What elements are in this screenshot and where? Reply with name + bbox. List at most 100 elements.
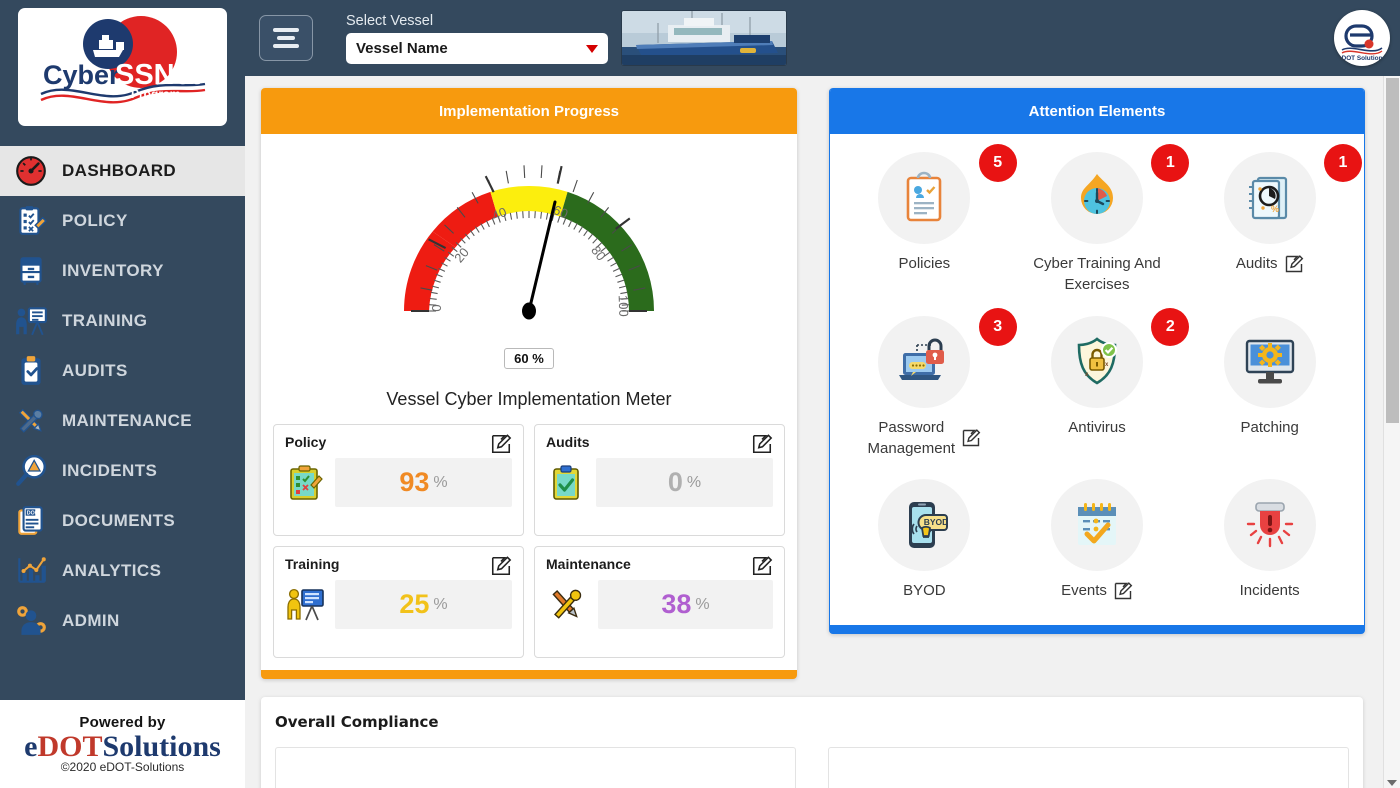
- overall-compliance-charts-row: [275, 747, 1349, 788]
- brand-solutions: Solutions: [102, 729, 221, 763]
- bar-chart-icon: [18, 557, 46, 583]
- sidebar-item-label: MAINTENANCE: [62, 411, 193, 430]
- sidebar-item-training[interactable]: TRAINING: [0, 296, 245, 346]
- edit-pencil-icon[interactable]: [751, 555, 773, 577]
- sidebar-item-label: INCIDENTS: [62, 461, 158, 480]
- attention-icon-wrap: [1050, 152, 1143, 244]
- metric-title: Policy: [285, 434, 327, 450]
- audit-clipboard-icon: [553, 464, 579, 500]
- edit-pencil-icon[interactable]: [961, 428, 981, 448]
- sidebar-item-label: AUDITS: [62, 361, 128, 380]
- hamburger-line: [273, 28, 299, 32]
- clipboard-check-icon: [19, 206, 47, 235]
- scroll-down-arrow-icon[interactable]: [1387, 780, 1397, 786]
- attention-item-antivirus[interactable]: xx 2 Antivirus: [1011, 307, 1190, 470]
- edit-pencil-icon[interactable]: [490, 433, 512, 455]
- attention-label: Password Management: [867, 418, 956, 457]
- topbar: Select Vessel Vessel Name eDOT Solutions: [245, 0, 1400, 76]
- gauge-chart: 0 20 40 60 80 100: [404, 165, 655, 320]
- sidebar-item-dashboard[interactable]: DASHBOARD: [0, 146, 245, 196]
- svg-text:Cyber: Cyber: [43, 60, 120, 90]
- metric-card-training[interactable]: Training 25 %: [273, 546, 524, 658]
- sidebar-item-documents[interactable]: DOC DOCUMENTS: [0, 496, 245, 546]
- vessel-select[interactable]: Vessel Name: [346, 32, 608, 64]
- attention-item-events[interactable]: Events: [1011, 475, 1184, 611]
- vessel-photo-graphic: [622, 11, 786, 65]
- app-logo: Cyber SSNet Program: [18, 8, 227, 126]
- vertical-scrollbar[interactable]: [1383, 76, 1400, 788]
- attention-icon-wrap: [1223, 479, 1316, 572]
- documents-icon: DOC: [18, 506, 43, 535]
- sidebar-item-policy[interactable]: POLICY: [0, 196, 245, 246]
- hamburger-icon[interactable]: [259, 15, 313, 61]
- edit-pencil-icon[interactable]: [1113, 581, 1133, 601]
- metric-unit: %: [695, 595, 710, 613]
- attention-items-grid: 5 Policies 1 Cyber Training And Exercise…: [830, 134, 1364, 625]
- attention-label: Audits: [1235, 255, 1278, 272]
- metric-value: 25: [399, 589, 430, 619]
- attention-label: Antivirus: [1068, 418, 1126, 436]
- attention-label: Policies: [898, 255, 951, 272]
- attention-item-policies[interactable]: 5 Policies: [838, 144, 1017, 306]
- magnifier-alert-icon: [16, 454, 47, 486]
- brand-e: e: [24, 729, 38, 763]
- metric-value: 93: [399, 467, 430, 497]
- svg-text:BYOD: BYOD: [924, 517, 949, 527]
- svg-text:%: %: [1271, 204, 1279, 214]
- metric-card-audits[interactable]: Audits 0 %: [534, 424, 785, 536]
- edit-pencil-icon[interactable]: [1284, 254, 1304, 274]
- audit-notebook-icon: %: [1248, 176, 1287, 220]
- attention-label-wrap: Antivirus: [1068, 417, 1126, 438]
- attention-label-wrap: Policies: [898, 253, 950, 274]
- presenter-icon: [16, 307, 47, 336]
- attention-badge: 1: [1324, 144, 1362, 182]
- maintenance-tools-icon: [552, 589, 582, 619]
- metric-cards-grid: Policy 93 % Audits 0 % Training 25 % Mai…: [261, 424, 797, 670]
- metric-value-box: 38 %: [598, 580, 773, 629]
- metric-card-policy[interactable]: Policy 93 %: [273, 424, 524, 536]
- gauge-tick-100: 100: [616, 295, 632, 317]
- sidebar-item-maintenance[interactable]: MAINTENANCE: [0, 396, 245, 446]
- attention-item-cyber-training-and-exercises[interactable]: 1 Cyber Training And Exercises: [1011, 144, 1190, 306]
- compliance-chart-left: [275, 747, 796, 788]
- compliance-chart-right: [828, 747, 1349, 788]
- main-area: Select Vessel Vessel Name eDOT Solutions…: [245, 0, 1400, 788]
- metric-unit: %: [433, 473, 448, 491]
- edot-logo-graphic: eDOT Solutions: [1335, 11, 1389, 65]
- edot-solutions-logo[interactable]: eDOT Solutions: [1334, 10, 1390, 66]
- attention-item-patching[interactable]: Patching: [1183, 312, 1356, 470]
- sidebar-nav: DASHBOARD POLICY INVENTORY TRAINING AUDI…: [0, 146, 245, 700]
- incidents-alarm-icon: [1246, 502, 1293, 548]
- attention-icon-wrap: %: [1223, 152, 1316, 244]
- attention-icon-wrap: [1223, 315, 1316, 408]
- sidebar-item-incidents[interactable]: INCIDENTS: [0, 446, 245, 496]
- attention-icon-wrap: [878, 315, 971, 408]
- sidebar-item-audits[interactable]: AUDITS: [0, 346, 245, 396]
- cyber-ssnet-logo-graphic: Cyber SSNet Program: [39, 16, 205, 104]
- attention-item-byod[interactable]: BYOD BYOD: [838, 475, 1011, 611]
- attention-label-wrap: Events: [1061, 580, 1133, 601]
- attention-icon-wrap: [1050, 479, 1143, 572]
- attention-item-audits[interactable]: % 1 Audits: [1183, 144, 1362, 306]
- sidebar-item-admin[interactable]: ADMIN: [0, 596, 245, 646]
- attention-item-password-management[interactable]: 3 Password Management: [838, 307, 1017, 470]
- metric-value-box: 93 %: [335, 458, 512, 507]
- metric-card-maintenance[interactable]: Maintenance 38 %: [534, 546, 785, 658]
- edot-solutions-wordmark: eDOTSolutions: [24, 731, 221, 763]
- sidebar-item-analytics[interactable]: ANALYTICS: [0, 546, 245, 596]
- attention-label-wrap: Cyber Training And Exercises: [1033, 253, 1161, 296]
- vessel-selector-block: Select Vessel Vessel Name: [346, 13, 608, 64]
- events-calendar-icon: [1077, 503, 1116, 546]
- sidebar: Cyber SSNet Program DASHBOARD POLICY INV…: [0, 0, 245, 788]
- edit-pencil-icon[interactable]: [490, 555, 512, 577]
- byod-phone-icon: BYOD: [909, 502, 949, 549]
- edit-pencil-icon[interactable]: [751, 433, 773, 455]
- scrollbar-thumb[interactable]: [1386, 78, 1399, 423]
- attention-label: Events: [1061, 582, 1107, 600]
- select-vessel-label: Select Vessel: [346, 12, 434, 29]
- sidebar-item-inventory[interactable]: INVENTORY: [0, 246, 245, 296]
- attention-label-wrap: Incidents: [1240, 580, 1300, 601]
- antivirus-shield-icon: xx: [1077, 336, 1117, 385]
- attention-item-incidents[interactable]: Incidents: [1183, 475, 1356, 611]
- cabinet-icon: [20, 257, 42, 285]
